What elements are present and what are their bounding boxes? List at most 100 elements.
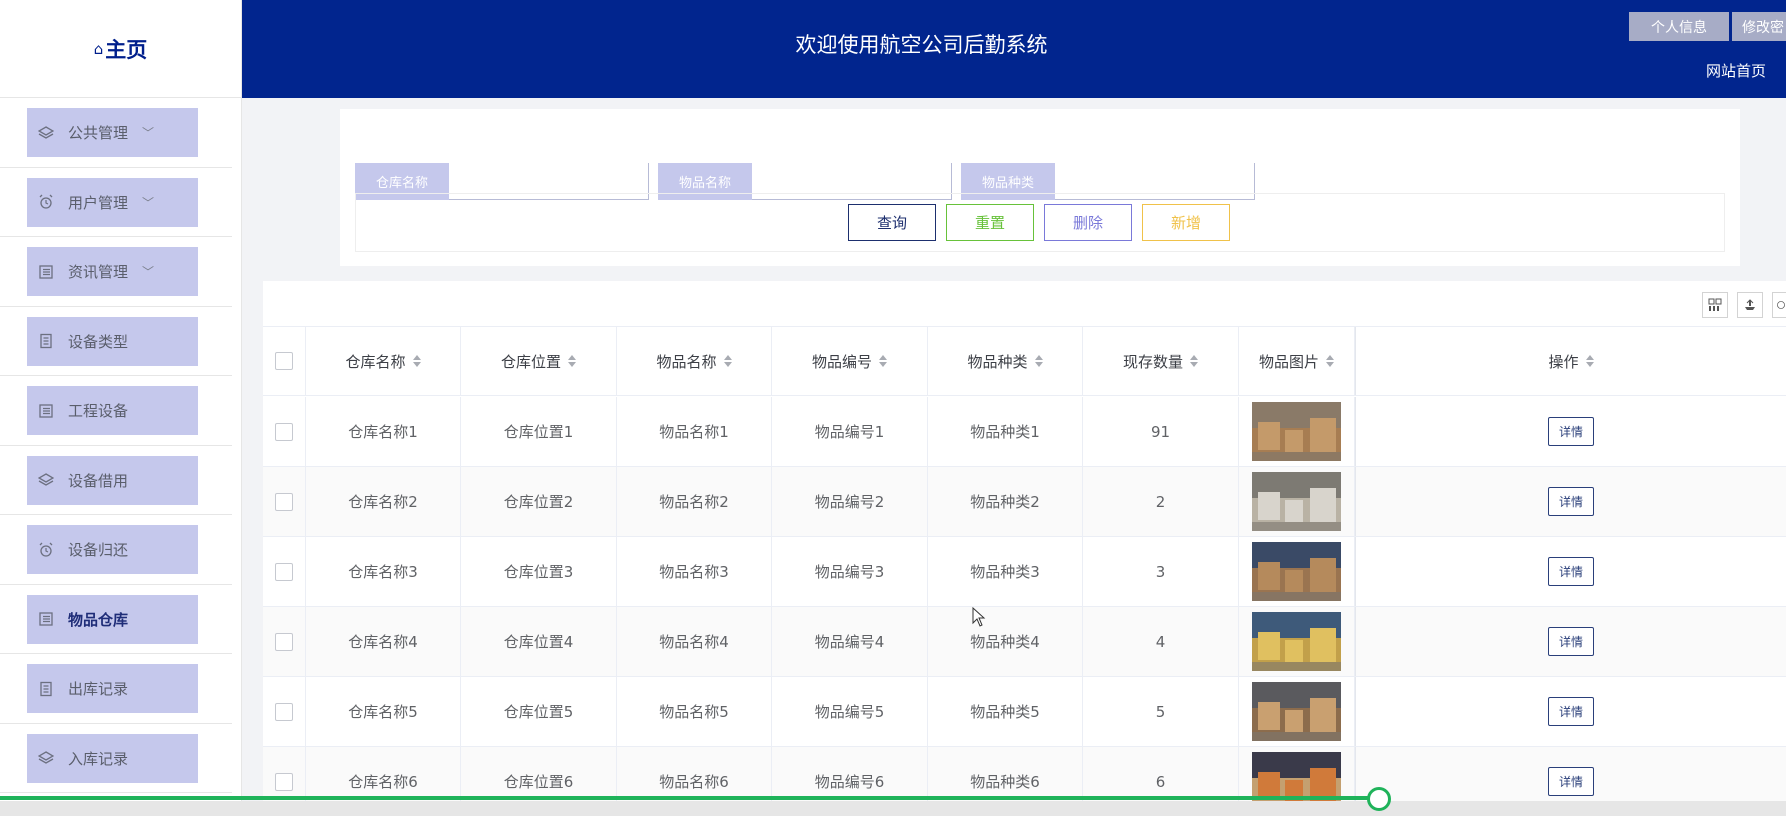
chevron-down-icon: ﹀ [142,195,155,210]
reset-button[interactable]: 重置 [946,204,1034,241]
column-header[interactable]: 物品编号 [772,327,928,395]
row-checkbox[interactable] [275,422,293,441]
sidebar-item-label: 设备借用 [68,471,129,490]
table-cell: 物品编号5 [772,677,928,746]
row-checkbox[interactable] [275,702,293,721]
table-cell: 4 [1083,607,1239,676]
table-cell: 物品编号3 [772,537,928,606]
action-cell: 详情 [1355,677,1786,746]
layers-icon [38,125,54,141]
detail-button[interactable]: 详情 [1548,417,1594,446]
detail-button[interactable]: 详情 [1548,487,1594,516]
item-photo[interactable] [1252,402,1341,461]
sidebar-row: 设备归还 [0,515,232,585]
sort-icon[interactable] [1190,355,1198,367]
table-cell: 仓库位置4 [461,607,617,676]
delete-button[interactable]: 删除 [1044,204,1132,241]
sort-icon[interactable] [568,355,576,367]
sort-icon[interactable] [1326,355,1334,367]
sort-icon[interactable] [879,355,887,367]
table-row[interactable]: 仓库名称5 仓库位置5 物品名称5 物品编号5 物品种类5 5 详情 [263,677,1786,747]
action-cell: 详情 [1355,397,1786,466]
sidebar-item[interactable]: 设备归还 [27,525,198,574]
photo-cell [1239,397,1355,466]
row-checkbox[interactable] [275,772,293,791]
sidebar-item[interactable]: 设备类型 [27,316,198,366]
progress-fill [0,796,1379,800]
sidebar-item[interactable]: 出库记录 [27,664,198,713]
progress-track [0,801,1786,816]
sidebar-item[interactable]: 设备借用 [27,455,198,505]
detail-button[interactable]: 详情 [1548,557,1594,586]
row-checkbox[interactable] [275,562,293,581]
column-header[interactable]: 仓库名称 [306,327,461,395]
detail-button[interactable]: 详情 [1548,767,1594,796]
detail-button[interactable]: 详情 [1548,697,1594,726]
table-cell: 物品名称1 [617,397,772,466]
add-button[interactable]: 新增 [1142,204,1230,241]
table-row[interactable]: 仓库名称2 仓库位置2 物品名称2 物品编号2 物品种类2 2 详情 [263,467,1786,537]
sort-icon[interactable] [1585,355,1594,367]
sidebar-item[interactable]: 用户管理 ﹀ [27,177,198,227]
export-icon[interactable] [1737,292,1763,318]
table-cell: 仓库位置2 [461,467,617,536]
sidebar-item[interactable]: 公共管理 ﹀ [27,108,198,157]
sidebar-item-label: 工程设备 [68,402,129,420]
table-row[interactable]: 仓库名称4 仓库位置4 物品名称4 物品编号4 物品种类4 4 详情 [263,607,1786,677]
profile-button[interactable]: 个人信息 [1629,12,1729,41]
list-icon [38,264,54,280]
table-row[interactable]: 仓库名称1 仓库位置1 物品名称1 物品编号1 物品种类1 91 详情 [263,397,1786,467]
sidebar-row: 入库记录 [0,724,232,793]
item-photo[interactable] [1252,612,1341,671]
sidebar-item[interactable]: 工程设备 [27,386,198,435]
query-button[interactable]: 查询 [848,204,936,241]
table-row[interactable]: 仓库名称3 仓库位置3 物品名称3 物品编号3 物品种类3 3 详情 [263,537,1786,607]
top-header: 欢迎使用航空公司后勤系统 个人信息 修改密 网站首页 [242,0,1786,98]
select-all-checkbox[interactable] [275,352,293,370]
column-header[interactable]: 物品名称 [617,327,772,395]
row-checkbox-cell [263,607,306,676]
sidebar-item[interactable]: 资讯管理 ﹀ [27,247,198,296]
table-cell: 仓库位置5 [461,677,617,746]
home-icon: ⌂ [93,39,104,58]
sort-icon[interactable] [1034,355,1043,367]
column-header[interactable]: 物品图片 [1239,327,1355,395]
logo-label: 主页 [105,37,148,62]
row-checkbox[interactable] [275,632,293,651]
columns-icon[interactable] [1702,292,1728,318]
detail-button[interactable]: 详情 [1548,627,1594,656]
sidebar-item[interactable]: 入库记录 [27,733,198,783]
column-header[interactable]: 仓库位置 [461,327,617,395]
row-checkbox-cell [263,537,306,606]
column-header[interactable]: 操作 [1355,327,1786,395]
home-logo[interactable]: ⌂ 主页 [0,0,241,98]
table-header: 仓库名称 仓库位置 物品名称 物品编号 物品种类 现存数量 物品图片 操作 [263,326,1786,396]
sidebar-item[interactable]: 物品仓库 [27,594,198,644]
list-icon [38,403,54,419]
table-cell: 物品编号2 [772,467,928,536]
table-cell: 物品种类5 [928,677,1083,746]
sidebar-item-label: 物品仓库 [68,610,129,629]
table-cell: 仓库名称3 [306,537,461,606]
row-checkbox-cell [263,467,306,536]
sidebar-item-label: 公共管理 [68,124,129,142]
sidebar-item-label: 设备归还 [68,541,129,559]
change-password-button[interactable]: 修改密 [1732,12,1786,41]
sidebar-item-label: 设备类型 [68,332,129,351]
item-photo[interactable] [1252,542,1341,601]
print-icon[interactable] [1772,292,1786,318]
column-header[interactable]: 现存数量 [1083,327,1239,395]
action-cell: 详情 [1355,467,1786,536]
row-checkbox[interactable] [275,492,293,511]
item-photo[interactable] [1252,682,1341,741]
search-button-row: 查询 重置 删除 新增 [355,193,1725,252]
column-header[interactable]: 物品种类 [928,327,1083,395]
progress-handle[interactable] [1366,787,1391,811]
table-cell: 物品名称4 [617,607,772,676]
site-home-link[interactable]: 网站首页 [1706,60,1766,81]
data-table: 仓库名称 仓库位置 物品名称 物品编号 物品种类 现存数量 物品图片 操作 仓库… [263,281,1786,816]
item-photo[interactable] [1252,472,1341,531]
sort-icon[interactable] [412,355,421,367]
sort-icon[interactable] [723,355,732,367]
photo-cell [1239,607,1355,676]
